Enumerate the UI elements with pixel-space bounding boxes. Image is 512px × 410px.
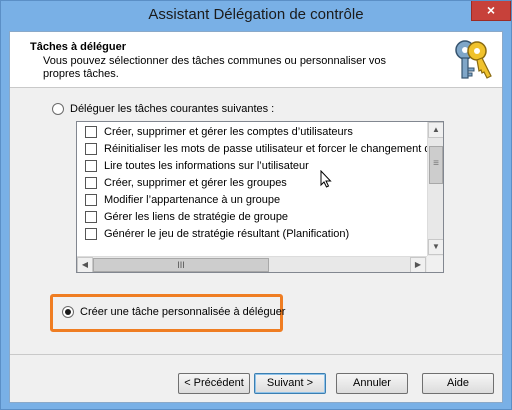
task-label: Créer, supprimer et gérer les groupes	[104, 176, 287, 189]
option-custom-task-label: Créer une tâche personnalisée à déléguer	[80, 306, 286, 318]
task-checkbox[interactable]	[85, 125, 97, 138]
mouse-cursor-icon	[320, 170, 332, 188]
horizontal-scrollbar[interactable]: ◀ III ▶	[77, 256, 427, 272]
scroll-up-button[interactable]: ▲	[428, 122, 443, 138]
next-button[interactable]: Suivant >	[254, 373, 326, 394]
page-title: Tâches à déléguer	[30, 41, 126, 53]
task-checkbox[interactable]	[85, 159, 97, 172]
scroll-right-button[interactable]: ▶	[410, 257, 426, 272]
title-bar[interactable]: Assistant Délégation de contrôle ×	[1, 1, 511, 31]
radio-common-tasks[interactable]	[52, 103, 64, 115]
wizard-page: Tâches à déléguer Vous pouvez sélectionn…	[9, 31, 503, 403]
task-checkbox[interactable]	[85, 227, 97, 240]
wizard-window: Assistant Délégation de contrôle × Tâche…	[0, 0, 512, 410]
keys-icon	[455, 40, 492, 79]
footer-divider	[10, 354, 502, 355]
horizontal-scroll-thumb[interactable]: III	[93, 258, 269, 272]
vertical-scroll-thumb[interactable]: ≡	[429, 146, 443, 184]
list-item[interactable]: Réinitialiser les mots de passe utilisat…	[85, 140, 443, 157]
close-button[interactable]: ×	[471, 1, 511, 21]
help-button[interactable]: Aide	[422, 373, 494, 394]
option-common-tasks-label: Déléguer les tâches courantes suivantes …	[70, 103, 275, 115]
scroll-corner	[427, 256, 443, 272]
back-button[interactable]: < Précédent	[178, 373, 250, 394]
task-checkbox[interactable]	[85, 193, 97, 206]
thumb-grip-icon: III	[177, 260, 185, 270]
list-item[interactable]: Modifier l’appartenance à un groupe	[85, 191, 280, 208]
task-label: Lire toutes les informations sur l’utili…	[104, 159, 309, 172]
task-label: Gérer les liens de stratégie de groupe	[104, 210, 289, 223]
list-item[interactable]: Lire toutes les informations sur l’utili…	[85, 157, 309, 174]
list-item[interactable]: Créer, supprimer et gérer les groupes	[85, 174, 287, 191]
list-item[interactable]: Gérer les liens de stratégie de groupe	[85, 208, 288, 225]
task-checkbox[interactable]	[85, 142, 97, 155]
task-checkbox[interactable]	[85, 210, 97, 223]
thumb-grip-icon: ≡	[433, 158, 439, 169]
option-common-tasks[interactable]: Déléguer les tâches courantes suivantes …	[52, 103, 274, 115]
radio-custom-task[interactable]	[62, 306, 74, 318]
scroll-left-button[interactable]: ◀	[77, 257, 93, 272]
task-label: Modifier l’appartenance à un groupe	[104, 193, 281, 206]
page-description: Vous pouvez sélectionner des tâches comm…	[43, 55, 387, 80]
task-checkbox[interactable]	[85, 176, 97, 189]
window-title: Assistant Délégation de contrôle	[148, 6, 364, 23]
option-custom-task[interactable]: Créer une tâche personnalisée à déléguer	[62, 306, 285, 318]
task-label: Réinitialiser les mots de passe utilisat…	[104, 142, 443, 155]
task-label: Générer le jeu de stratégie résultant (P…	[104, 227, 350, 240]
list-item[interactable]: Créer, supprimer et gérer les comptes d’…	[85, 123, 353, 140]
wizard-header: Tâches à déléguer Vous pouvez sélectionn…	[10, 32, 502, 88]
scroll-down-button[interactable]: ▼	[428, 239, 443, 255]
list-item[interactable]: Générer le jeu de stratégie résultant (P…	[85, 225, 349, 242]
common-tasks-list[interactable]: Créer, supprimer et gérer les comptes d’…	[76, 121, 444, 273]
vertical-scrollbar[interactable]: ▲ ≡ ▼	[427, 122, 443, 256]
cancel-button[interactable]: Annuler	[336, 373, 408, 394]
task-label: Créer, supprimer et gérer les comptes d’…	[104, 125, 353, 138]
